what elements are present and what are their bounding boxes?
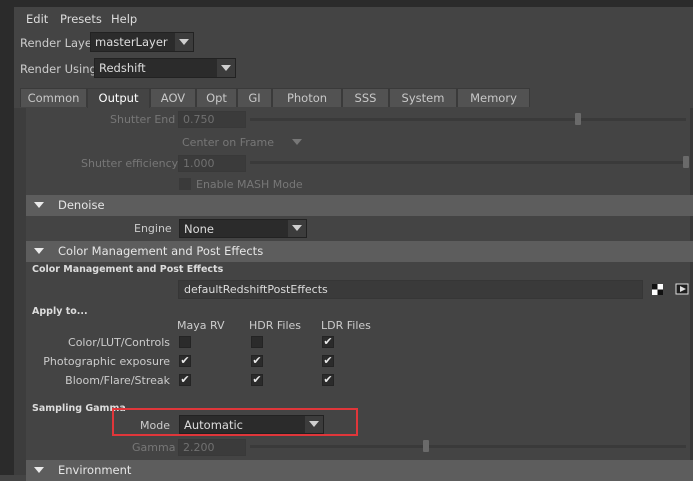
- checkmark-icon: ✔: [323, 335, 333, 348]
- checkmark-icon: ✔: [252, 373, 262, 386]
- color-lut-hdr-checkbox[interactable]: [251, 336, 263, 348]
- menu-help[interactable]: Help: [111, 12, 137, 26]
- exposure-maya-rv-checkbox[interactable]: ✔: [179, 355, 191, 367]
- bloom-hdr-checkbox[interactable]: ✔: [251, 374, 263, 386]
- exposure-hdr-checkbox[interactable]: ✔: [251, 355, 263, 367]
- render-using-label: Render Using: [20, 62, 97, 76]
- gamma-slider-handle[interactable]: [423, 440, 429, 452]
- tab-memory[interactable]: Memory: [457, 88, 530, 107]
- checkmark-icon: ✔: [252, 354, 262, 367]
- dropdown-arrow-icon: [288, 220, 306, 237]
- tab-common[interactable]: Common: [20, 88, 87, 107]
- left-dock-strip: [0, 0, 14, 475]
- shutter-efficiency-slider[interactable]: [250, 161, 686, 164]
- post-effects-node-value: defaultRedshiftPostEffects: [184, 283, 328, 296]
- tab-opt[interactable]: Opt: [196, 88, 237, 107]
- denoise-section-header[interactable]: Denoise: [26, 195, 693, 216]
- expand-triangle-icon: [34, 248, 44, 254]
- gamma-label: Gamma: [132, 441, 176, 454]
- render-layer-label: Render Layer: [20, 36, 97, 50]
- shutter-end-slider[interactable]: [250, 118, 686, 121]
- tab-sss[interactable]: SSS: [342, 88, 389, 107]
- mode-highlight-box: [112, 408, 358, 436]
- row-bloom-flare-streak-label: Bloom/Flare/Streak: [65, 374, 170, 387]
- checkmark-icon: ✔: [323, 354, 333, 367]
- color-management-subheader: Color Management and Post Effects: [32, 264, 224, 275]
- checker-icon[interactable]: [652, 284, 663, 295]
- color-lut-maya-rv-checkbox[interactable]: [179, 336, 191, 348]
- dropdown-arrow-icon: [292, 139, 302, 145]
- shutter-end-label: Shutter End: [110, 113, 176, 126]
- tab-gi[interactable]: GI: [237, 88, 272, 107]
- engine-label: Engine: [134, 222, 172, 235]
- shutter-end-field[interactable]: 0.750: [178, 111, 246, 128]
- shutter-efficiency-slider-handle[interactable]: [683, 156, 689, 168]
- mash-mode-checkbox[interactable]: [179, 178, 191, 190]
- row-photographic-exposure-label: Photographic exposure: [43, 355, 170, 368]
- row-color-lut-controls-label: Color/LUT/Controls: [68, 336, 170, 349]
- apply-to-label: Apply to...: [32, 306, 88, 317]
- panel-indent: [14, 108, 26, 475]
- tab-photon[interactable]: Photon: [272, 88, 342, 107]
- expand-triangle-icon: [34, 202, 44, 208]
- bloom-ldr-checkbox[interactable]: ✔: [322, 374, 334, 386]
- exposure-ldr-checkbox[interactable]: ✔: [322, 355, 334, 367]
- render-using-value: Redshift: [99, 61, 146, 75]
- checkmark-icon: ✔: [180, 373, 190, 386]
- column-ldr-files: LDR Files: [321, 319, 371, 332]
- shutter-efficiency-field[interactable]: 1.000: [178, 155, 246, 172]
- render-layer-dropdown[interactable]: masterLayer: [90, 32, 194, 52]
- denoise-engine-value: None: [184, 222, 215, 236]
- bloom-maya-rv-checkbox[interactable]: ✔: [179, 374, 191, 386]
- denoise-header-title: Denoise: [58, 198, 105, 212]
- environment-section-header[interactable]: Environment: [26, 460, 693, 481]
- checkmark-icon: ✔: [323, 373, 333, 386]
- dropdown-arrow-icon: [217, 59, 235, 77]
- render-using-dropdown[interactable]: Redshift: [94, 58, 236, 78]
- column-maya-rv: Maya RV: [177, 319, 225, 332]
- gamma-slider[interactable]: [250, 445, 686, 448]
- shutter-end-slider-handle[interactable]: [575, 113, 581, 125]
- tab-bar: Common Output AOV Opt GI Photon SSS Syst…: [14, 88, 693, 108]
- post-effects-node-field[interactable]: defaultRedshiftPostEffects: [178, 280, 643, 299]
- dropdown-arrow-icon: [175, 33, 193, 51]
- menu-presets[interactable]: Presets: [60, 12, 102, 26]
- tab-aov[interactable]: AOV: [150, 88, 196, 107]
- render-layer-value: masterLayer: [95, 35, 168, 49]
- tab-system[interactable]: System: [389, 88, 457, 107]
- color-management-section-header[interactable]: Color Management and Post Effects: [26, 241, 693, 262]
- shutter-position-dropdown[interactable]: Center on Frame: [178, 134, 302, 150]
- tab-output[interactable]: Output: [87, 88, 150, 108]
- denoise-engine-dropdown[interactable]: None: [179, 219, 307, 238]
- menu-edit[interactable]: Edit: [26, 12, 48, 26]
- connect-arrow-icon[interactable]: [675, 282, 691, 296]
- checkmark-icon: ✔: [180, 354, 190, 367]
- color-management-header-title: Color Management and Post Effects: [58, 244, 264, 258]
- column-hdr-files: HDR Files: [249, 319, 302, 332]
- shutter-position-value: Center on Frame: [182, 136, 274, 149]
- top-dock-strip: [14, 0, 693, 7]
- color-lut-ldr-checkbox[interactable]: ✔: [322, 336, 334, 348]
- mash-mode-label: Enable MASH Mode: [196, 178, 303, 191]
- shutter-efficiency-label: Shutter efficiency: [81, 157, 179, 170]
- environment-header-title: Environment: [58, 463, 132, 477]
- gamma-field[interactable]: 2.200: [178, 439, 246, 456]
- expand-triangle-icon: [34, 467, 44, 473]
